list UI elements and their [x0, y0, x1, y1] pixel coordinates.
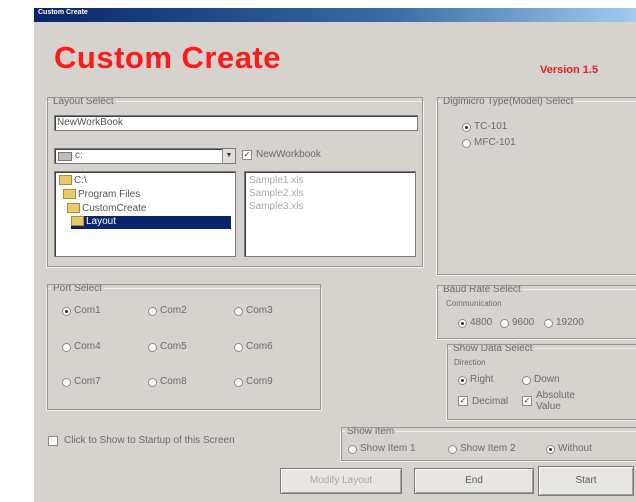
radio-com1-label: Com1 — [74, 305, 101, 316]
radio-com9-label: Com9 — [246, 376, 273, 387]
radio-com5[interactable] — [148, 343, 157, 352]
radio-baud-19200[interactable] — [544, 319, 553, 328]
radio-com8[interactable] — [148, 378, 157, 387]
radio-com6[interactable] — [234, 343, 243, 352]
radio-baud-4800[interactable] — [458, 319, 467, 328]
radio-com8-label: Com8 — [160, 376, 187, 387]
radio-com7-label: Com7 — [74, 376, 101, 387]
tree-item-root[interactable]: C:\ — [59, 175, 87, 186]
file-list[interactable]: Sample1.xls Sample2.xls Sample3.xls — [244, 171, 416, 257]
radio-show-item-1-label: Show Item 1 — [360, 443, 416, 454]
radio-com2[interactable] — [148, 307, 157, 316]
radio-mfc101[interactable] — [462, 139, 471, 148]
layout-select-legend: Layout Select — [51, 96, 116, 107]
workbook-name-value: NewWorkBook — [57, 117, 123, 128]
decimal-label: Decimal — [472, 396, 509, 407]
baud-rate-group: Baud Rate Select — [436, 284, 636, 340]
absolute-value-label-1: Absolute — [536, 390, 575, 401]
digimicro-select-legend: Digimicro Type(Model) Select — [441, 96, 576, 107]
chevron-down-icon[interactable]: ▼ — [222, 149, 235, 163]
version-label: Version 1.5 — [540, 64, 599, 76]
drive-select[interactable]: c: ▼ — [54, 148, 236, 164]
radio-direction-right[interactable] — [458, 376, 467, 385]
window-title: Custom Create — [38, 9, 88, 16]
app-window: Custom Create Custom Create Version 1.5 … — [34, 8, 636, 502]
radio-com4[interactable] — [62, 343, 71, 352]
absolute-value-checkbox[interactable]: ✓ — [522, 396, 532, 406]
folder-icon — [67, 203, 80, 214]
radio-without[interactable] — [546, 445, 555, 454]
radio-direction-right-label: Right — [470, 374, 494, 385]
startup-checkbox[interactable] — [48, 436, 58, 446]
tree-item-customcreate[interactable]: CustomCreate — [67, 203, 146, 214]
radio-direction-down[interactable] — [522, 376, 531, 385]
radio-com4-label: Com4 — [74, 341, 101, 352]
radio-com2-label: Com2 — [160, 305, 187, 316]
folder-tree[interactable]: C:\ Program Files CustomCreate Layout — [54, 171, 236, 257]
show-data-legend: Show Data Select — [451, 343, 535, 354]
app-title: Custom Create — [54, 40, 281, 75]
radio-without-label: Without — [558, 443, 592, 454]
absolute-value-label-2: Value — [536, 401, 561, 412]
radio-tc101[interactable] — [462, 123, 471, 132]
show-data-caption: Direction — [454, 358, 486, 367]
radio-com1[interactable] — [62, 307, 71, 316]
radio-show-item-2-label: Show Item 2 — [460, 443, 516, 454]
start-button[interactable]: Start — [538, 466, 634, 496]
folder-icon — [59, 175, 72, 186]
show-item-legend: Show Item — [345, 426, 397, 437]
new-workbook-checkbox[interactable]: ✓ — [242, 150, 252, 160]
radio-com3[interactable] — [234, 307, 243, 316]
title-bar: Custom Create — [34, 8, 636, 22]
radio-com6-label: Com6 — [246, 341, 273, 352]
folder-open-icon — [71, 216, 84, 227]
baud-rate-legend: Baud Rate Select — [441, 284, 523, 295]
file-item[interactable]: Sample1.xls — [249, 175, 303, 186]
drive-value: c: — [75, 150, 83, 161]
port-select-legend: Port Select — [51, 283, 104, 294]
radio-com9[interactable] — [234, 378, 243, 387]
radio-baud-9600-label: 9600 — [512, 317, 535, 328]
radio-show-item-2[interactable] — [448, 445, 457, 454]
radio-show-item-1[interactable] — [348, 445, 357, 454]
end-button[interactable]: End — [414, 468, 534, 494]
workbook-name-input[interactable]: NewWorkBook — [54, 115, 418, 131]
new-workbook-label: NewWorkbook — [256, 149, 321, 160]
radio-baud-19200-label: 19200 — [556, 317, 584, 328]
startup-label: Click to Show to Startup of this Screen — [64, 435, 235, 446]
radio-com7[interactable] — [62, 378, 71, 387]
radio-com5-label: Com5 — [160, 341, 187, 352]
drive-icon — [58, 152, 72, 161]
decimal-checkbox[interactable]: ✓ — [458, 396, 468, 406]
file-item[interactable]: Sample2.xls — [249, 188, 303, 199]
baud-rate-caption: Communication — [446, 299, 502, 308]
folder-icon — [63, 189, 76, 200]
radio-baud-9600[interactable] — [500, 319, 509, 328]
radio-tc101-label: TC-101 — [474, 121, 508, 132]
tree-item-program-files[interactable]: Program Files — [63, 189, 140, 200]
radio-direction-down-label: Down — [534, 374, 560, 385]
radio-com3-label: Com3 — [246, 305, 273, 316]
modify-layout-button[interactable]: Modify Layout — [280, 468, 402, 494]
radio-mfc101-label: MFC-101 — [474, 137, 516, 148]
file-item[interactable]: Sample3.xls — [249, 201, 303, 212]
tree-item-layout[interactable]: Layout — [71, 216, 231, 229]
radio-baud-4800-label: 4800 — [470, 317, 493, 328]
